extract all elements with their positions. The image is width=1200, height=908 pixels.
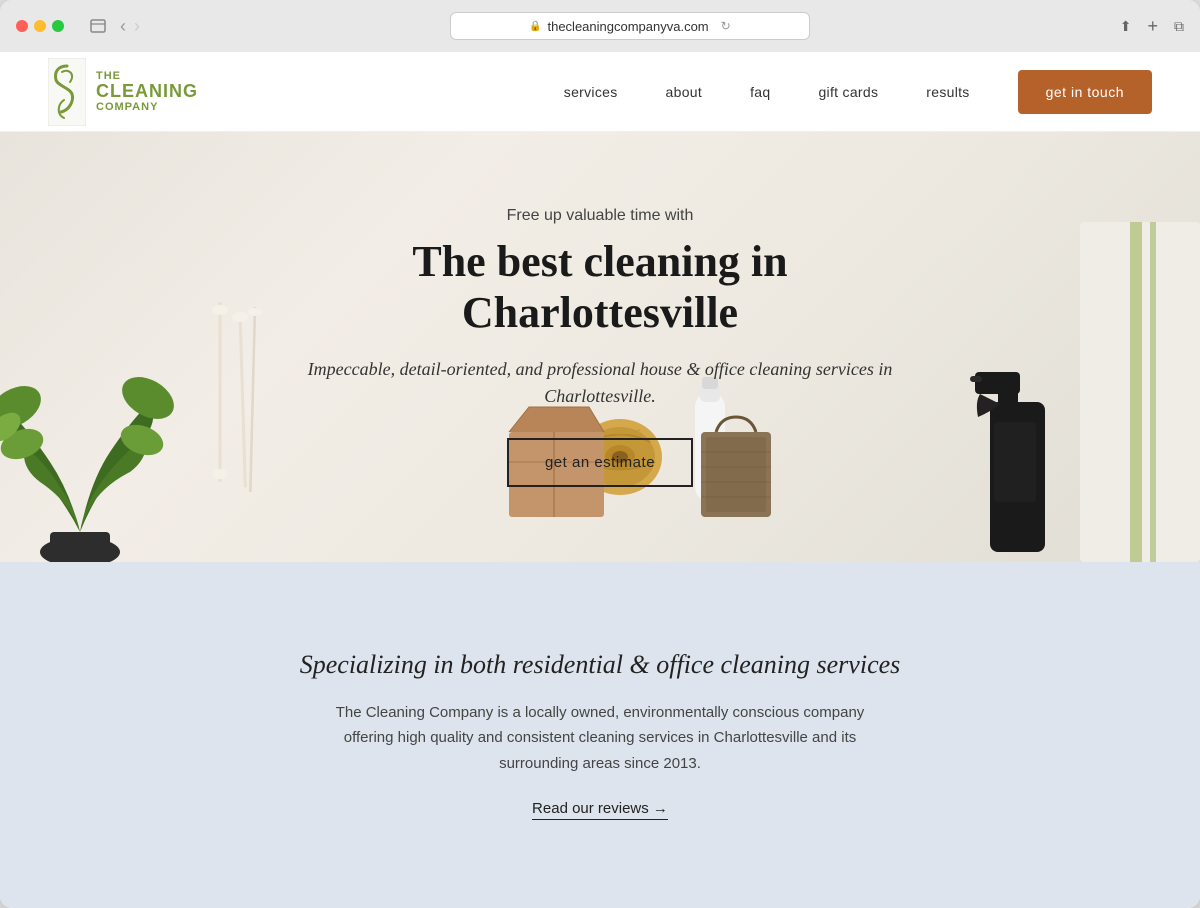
back-icon[interactable]: ‹ bbox=[120, 16, 126, 37]
browser-navigation: ‹ › bbox=[84, 16, 140, 37]
nav-about[interactable]: about bbox=[666, 84, 703, 100]
browser-content: THE CLEANING COMPANY services about faq … bbox=[0, 52, 1200, 908]
logo-line2: CLEANING bbox=[96, 82, 198, 102]
hero-content: Free up valuable time with The best clea… bbox=[260, 187, 940, 507]
spray-bottle bbox=[960, 322, 1060, 562]
forward-icon[interactable]: › bbox=[134, 16, 140, 37]
plant-decoration bbox=[0, 292, 180, 562]
lock-icon: 🔒 bbox=[529, 21, 541, 32]
hero-title: The best cleaning in Charlottesville bbox=[280, 237, 920, 338]
logo-line1: THE bbox=[96, 70, 198, 82]
nav-links: services about faq gift cards results ge… bbox=[564, 70, 1152, 114]
logo-line3: COMPANY bbox=[96, 101, 198, 113]
below-hero-description: The Cleaning Company is a locally owned,… bbox=[330, 700, 870, 777]
new-tab-icon[interactable]: + bbox=[1147, 16, 1158, 37]
nav-gift-cards[interactable]: gift cards bbox=[818, 84, 878, 100]
read-reviews-link[interactable]: Read our reviews → bbox=[532, 800, 668, 820]
traffic-lights bbox=[16, 20, 64, 32]
maximize-button[interactable] bbox=[52, 20, 64, 32]
striped-cloth bbox=[1070, 222, 1200, 562]
tabs-overview-icon[interactable]: ⧉ bbox=[1174, 18, 1184, 35]
close-button[interactable] bbox=[16, 20, 28, 32]
address-bar[interactable]: 🔒 thecleaningcompanyva.com ↻ bbox=[450, 12, 810, 40]
get-in-touch-button[interactable]: get in touch bbox=[1018, 70, 1152, 114]
logo-icon bbox=[48, 58, 86, 126]
browser-titlebar: ‹ › 🔒 thecleaningcompanyva.com ↻ ⬆ + ⧉ bbox=[0, 0, 1200, 52]
browser-actions: ⬆ + ⧉ bbox=[1120, 16, 1184, 37]
hero-subtitle: Free up valuable time with bbox=[280, 207, 920, 225]
minimize-button[interactable] bbox=[34, 20, 46, 32]
nav-faq[interactable]: faq bbox=[750, 84, 770, 100]
address-bar-wrapper: 🔒 thecleaningcompanyva.com ↻ bbox=[152, 12, 1108, 40]
share-icon[interactable]: ⬆ bbox=[1120, 18, 1132, 35]
logo: THE CLEANING COMPANY bbox=[48, 58, 198, 126]
logo-text: THE CLEANING COMPANY bbox=[96, 70, 198, 114]
below-hero-title: Specializing in both residential & offic… bbox=[300, 650, 901, 680]
browser-window: ‹ › 🔒 thecleaningcompanyva.com ↻ ⬆ + ⧉ bbox=[0, 0, 1200, 908]
below-hero-section: Specializing in both residential & offic… bbox=[0, 562, 1200, 908]
hero-section: Free up valuable time with The best clea… bbox=[0, 132, 1200, 562]
nav-services[interactable]: services bbox=[564, 84, 618, 100]
nav-results[interactable]: results bbox=[926, 84, 969, 100]
url-text: thecleaningcompanyva.com bbox=[547, 19, 708, 34]
reload-icon[interactable]: ↻ bbox=[721, 19, 731, 33]
tabs-icon[interactable] bbox=[84, 16, 112, 36]
get-estimate-button[interactable]: get an estimate bbox=[507, 438, 693, 487]
website: THE CLEANING COMPANY services about faq … bbox=[0, 52, 1200, 908]
navbar: THE CLEANING COMPANY services about faq … bbox=[0, 52, 1200, 132]
hero-description: Impeccable, detail-oriented, and profess… bbox=[280, 356, 920, 410]
